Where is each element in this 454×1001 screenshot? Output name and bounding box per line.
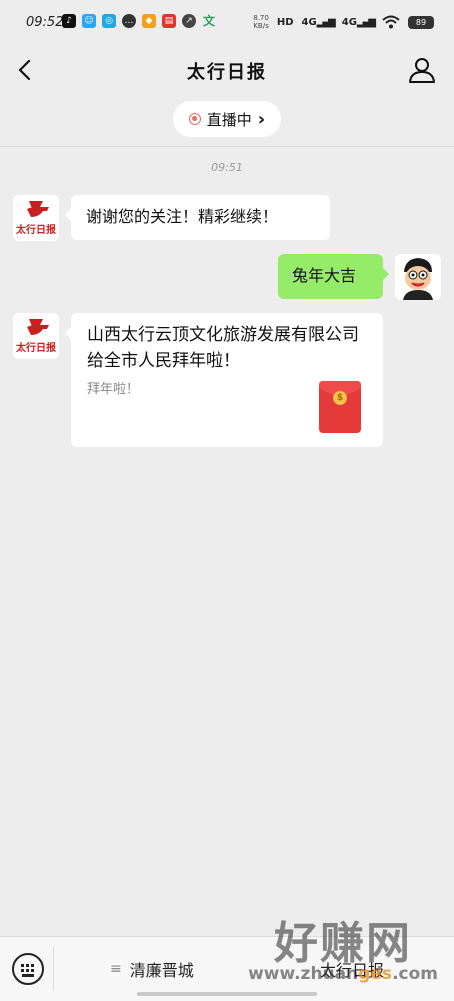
menu-divider	[53, 947, 54, 991]
self-avatar[interactable]	[395, 254, 441, 300]
page-title: 太行日报	[187, 62, 267, 83]
live-button[interactable]: 直播中 ›	[173, 101, 281, 137]
status-bar: 09:52 ♪ ☺ ◎ … ◆ ▤ ↗ 文 8.70 KB/s HD 4G▂▄▆…	[0, 0, 454, 48]
person-icon	[409, 58, 435, 83]
red-packet-icon: $	[319, 381, 361, 433]
account-avatar[interactable]: 太行日报	[13, 313, 59, 359]
message-text: 谢谢您的关注！精彩继续！	[86, 207, 279, 226]
live-indicator-icon	[188, 113, 201, 125]
net-speed-value: 8.70	[253, 14, 269, 22]
header-divider	[0, 146, 454, 147]
menu-item-qinglian[interactable]: ≡ 清廉晋城	[110, 957, 194, 981]
battery-icon: 89	[408, 15, 434, 29]
net-speed-unit: KB/s	[253, 22, 269, 30]
status-right: 8.70 KB/s HD 4G▂▄▆ 4G▂▄▆ 89	[253, 14, 434, 30]
menu-list-icon: ≡	[110, 961, 122, 977]
signal-bars-icon: ▂▄▆	[356, 16, 376, 28]
sim1-label: 4G	[301, 16, 317, 28]
chevron-right-icon: ›	[257, 108, 266, 130]
menu-item-label: 太行日报	[320, 961, 385, 980]
tiktok-icon: ♪	[62, 14, 76, 28]
taihang-logo-icon: 太行日报	[13, 195, 59, 241]
self-message-text: 兔年大吉	[292, 266, 357, 285]
signal-bars-icon: ▂▄▆	[316, 16, 336, 28]
profile-button[interactable]	[406, 54, 438, 86]
coin-icon: $	[333, 391, 347, 405]
live-label: 直播中	[206, 110, 252, 129]
message-icon: …	[122, 14, 136, 28]
keyboard-toggle-button[interactable]	[12, 953, 44, 985]
browser-icon: ◎	[102, 14, 116, 28]
taihang-logo-icon: 太行日报	[13, 313, 59, 359]
signal-sim2: 4G▂▄▆	[341, 16, 376, 28]
nav-bar: 太行日报	[0, 48, 454, 92]
key-space	[22, 974, 34, 977]
wifi-icon	[382, 15, 400, 29]
key-dot	[26, 969, 29, 972]
card-title: 山西太行云顶文化旅游发展有限公司给全市人民拜年啦！	[87, 325, 359, 371]
notification-icons: ♪ ☺ ◎ … ◆ ▤ ↗ 文	[62, 14, 216, 28]
menu-item-taihang[interactable]: 太行日报	[320, 957, 384, 981]
account-avatar[interactable]: 太行日报	[13, 195, 59, 241]
key-dot	[26, 964, 29, 967]
key-dot	[31, 964, 34, 967]
key-dot	[31, 969, 34, 972]
red-packet-card[interactable]: 山西太行云顶文化旅游发展有限公司给全市人民拜年啦！ 拜年啦！ $	[65, 313, 383, 447]
menu-item-label: 清廉晋城	[129, 961, 194, 980]
svg-text:太行日报: 太行日报	[15, 223, 56, 236]
message-timestamp: 09:51	[211, 161, 243, 174]
cartoon-avatar-icon	[395, 254, 441, 300]
svg-text:太行日报: 太行日报	[15, 341, 56, 354]
home-indicator[interactable]	[137, 992, 317, 996]
text-icon: 文	[202, 14, 215, 28]
self-message-bubble[interactable]: 兔年大吉	[278, 254, 389, 299]
qq-icon: ☺	[82, 14, 96, 28]
net-speed: 8.70 KB/s	[253, 14, 269, 30]
sim2-label: 4G	[341, 16, 357, 28]
hd-badge: HD	[276, 16, 294, 28]
news-icon: ▤	[162, 14, 176, 28]
shop-icon: ◆	[142, 14, 156, 28]
signal-sim1: 4G▂▄▆	[301, 16, 336, 28]
status-time: 09:52	[26, 15, 64, 30]
message-bubble[interactable]: 谢谢您的关注！精彩继续！	[65, 195, 330, 240]
compass-icon: ↗	[182, 14, 196, 28]
key-dot	[21, 969, 24, 972]
key-dot	[21, 964, 24, 967]
